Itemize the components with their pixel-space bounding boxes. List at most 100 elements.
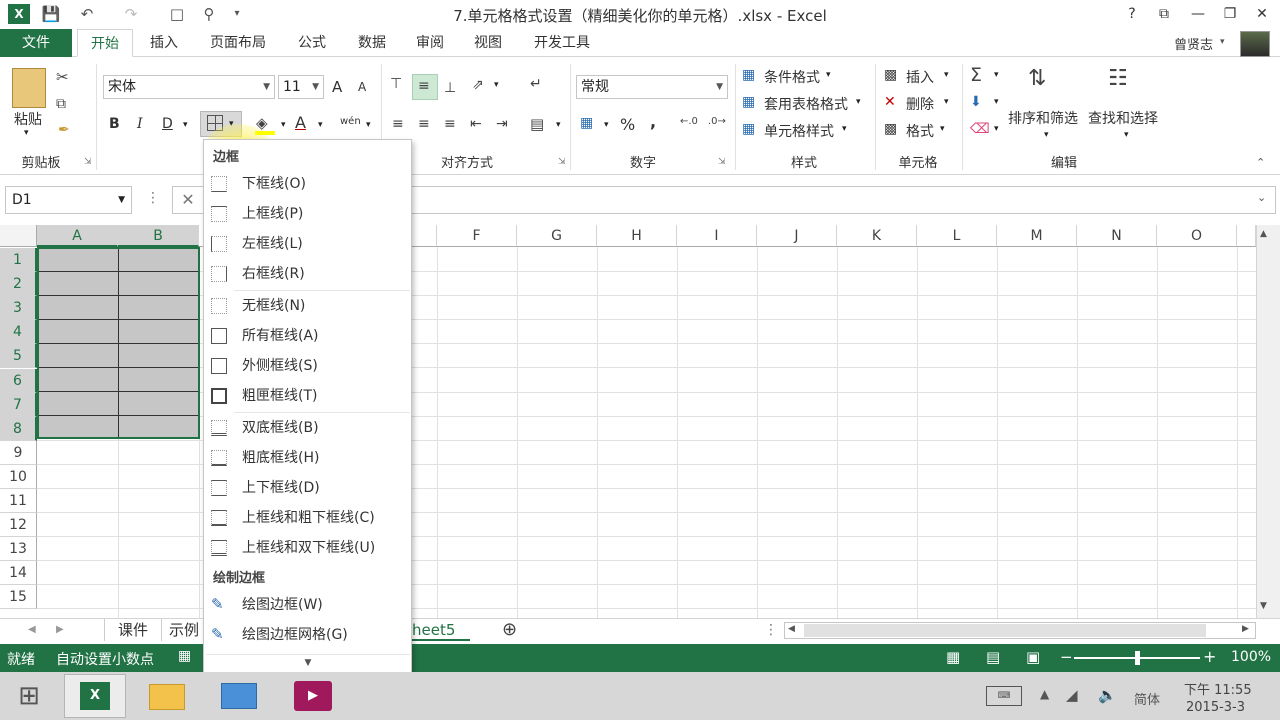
ime-indicator[interactable]: 简体 <box>1134 689 1160 708</box>
tab-home[interactable]: 开始 <box>77 29 133 57</box>
delete-chevron-icon[interactable]: ▾ <box>944 97 949 107</box>
draw-border-item[interactable]: ✎ 绘图边框(W) <box>205 591 410 619</box>
delete-cells-icon[interactable]: ✕ <box>884 94 896 110</box>
tab-developer[interactable]: 开发工具 <box>524 29 600 57</box>
format-chevron-icon[interactable]: ▾ <box>940 124 945 134</box>
column-header[interactable]: I <box>677 225 757 247</box>
wrap-text-icon[interactable]: ↵ <box>530 76 542 92</box>
macro-record-icon[interactable]: ▦ <box>178 648 191 664</box>
column-header[interactable]: M <box>997 225 1077 247</box>
merge-chevron-icon[interactable]: ▾ <box>556 120 561 130</box>
border-option-item[interactable]: 外侧框线(S) <box>205 352 410 380</box>
taskbar-excel[interactable]: X <box>64 674 126 718</box>
accounting-chevron-icon[interactable]: ▾ <box>604 120 609 130</box>
border-option-item[interactable]: 上框线和粗下框线(C) <box>205 504 410 532</box>
border-option-item[interactable]: 上下框线(D) <box>205 474 410 502</box>
border-option-item[interactable]: 双底框线(B) <box>205 414 410 442</box>
keyboard-icon[interactable]: ⌨ <box>986 686 1022 706</box>
merge-center-icon[interactable]: ▤ <box>530 115 544 133</box>
zoom-level[interactable]: 100% <box>1231 649 1271 665</box>
font-name-combo[interactable]: 宋体 ▼ <box>103 75 275 99</box>
ribbon-display-options-button[interactable]: ⧉ <box>1148 2 1180 26</box>
row-header[interactable]: 7 <box>0 392 37 417</box>
border-option-item[interactable]: 粗匣框线(T) <box>205 382 410 410</box>
border-option-item[interactable]: 左框线(L) <box>205 230 410 258</box>
find-select-button[interactable]: 查找和选择 <box>1088 108 1158 128</box>
page-layout-view-icon[interactable]: ▤ <box>986 648 1000 666</box>
conditional-format-chevron-icon[interactable]: ▾ <box>826 70 831 80</box>
sort-filter-button[interactable]: 排序和筛选 <box>1008 108 1078 128</box>
sheet-tab-courseware[interactable]: 课件 <box>104 619 162 641</box>
row-header[interactable]: 10 <box>0 464 37 489</box>
font-size-combo[interactable]: 11 ▼ <box>278 75 324 99</box>
percent-button[interactable]: % <box>620 115 635 134</box>
column-header[interactable]: H <box>597 225 677 247</box>
paste-chevron-icon[interactable]: ▾ <box>24 128 29 138</box>
border-option-item[interactable]: 所有框线(A) <box>205 322 410 350</box>
selected-range[interactable] <box>37 247 200 439</box>
tab-data[interactable]: 数据 <box>348 29 396 57</box>
scroll-left-icon[interactable]: ◀ <box>788 624 795 634</box>
name-box[interactable]: D1 ▼ <box>5 186 132 214</box>
print-preview-icon[interactable]: ⚲ <box>198 4 220 24</box>
decrease-decimal-icon[interactable]: .0→ <box>708 116 726 127</box>
format-cells-button[interactable]: 格式 <box>906 121 934 141</box>
fill-color-chevron-icon[interactable]: ▾ <box>281 120 286 130</box>
user-menu-chevron-icon[interactable]: ▾ <box>1220 37 1225 47</box>
select-all-corner[interactable] <box>0 225 37 247</box>
delete-cells-button[interactable]: 删除 <box>906 94 934 114</box>
row-header[interactable]: 3 <box>0 296 37 321</box>
taskbar-explorer[interactable] <box>136 674 198 718</box>
number-format-combo[interactable]: 常规 ▼ <box>576 75 728 99</box>
insert-cells-button[interactable]: 插入 <box>906 67 934 87</box>
column-header[interactable]: F <box>437 225 517 247</box>
tab-insert[interactable]: 插入 <box>140 29 188 57</box>
align-right-icon[interactable]: ≡ <box>444 116 456 132</box>
excel-app-icon[interactable]: X <box>8 4 30 24</box>
menu-scroll-down-icon[interactable]: ▼ <box>206 654 410 670</box>
draw-border-grid-item[interactable]: ✎ 绘图边框网格(G) <box>205 621 410 649</box>
copy-icon[interactable]: ⧉ <box>56 96 66 112</box>
taskbar-remote[interactable] <box>208 674 270 718</box>
phonetic-button[interactable]: wén <box>340 116 361 127</box>
underline-chevron-icon[interactable]: ▾ <box>183 120 188 130</box>
user-name[interactable]: 曾贤志 <box>1174 34 1213 53</box>
column-header[interactable]: N <box>1077 225 1157 247</box>
border-option-item[interactable]: 无框线(N) <box>205 292 410 320</box>
italic-button[interactable]: I <box>137 116 143 132</box>
row-header[interactable]: 6 <box>0 368 37 393</box>
show-hidden-icons[interactable]: ▲ <box>1040 687 1049 701</box>
orientation-chevron-icon[interactable]: ▾ <box>494 80 499 90</box>
row-header[interactable]: 4 <box>0 320 37 345</box>
zoom-out-icon[interactable]: − <box>1060 648 1073 666</box>
minimize-button[interactable]: — <box>1182 2 1214 26</box>
underline-button[interactable]: D <box>162 116 173 132</box>
align-left-icon[interactable]: ≡ <box>392 116 404 132</box>
more-icon[interactable]: ⋮ <box>764 622 778 638</box>
insert-cells-icon[interactable]: ▩ <box>884 67 897 83</box>
qat-customize-icon[interactable]: ▾ <box>226 4 248 24</box>
font-color-chevron-icon[interactable]: ▾ <box>318 120 323 130</box>
decrease-indent-icon[interactable]: ⇤ <box>470 116 482 132</box>
increase-indent-icon[interactable]: ⇥ <box>496 116 508 132</box>
tab-review[interactable]: 审阅 <box>406 29 454 57</box>
page-break-view-icon[interactable]: ▣ <box>1026 648 1040 666</box>
sheet-tab-example[interactable]: 示例 <box>164 619 204 641</box>
row-header[interactable]: 9 <box>0 440 37 465</box>
row-header[interactable]: 1 <box>0 248 37 272</box>
network-icon[interactable]: ◢ <box>1066 686 1078 704</box>
format-as-table-icon[interactable]: ▦ <box>742 94 755 110</box>
conditional-format-icon[interactable]: ▦ <box>742 67 755 83</box>
redo-icon[interactable]: ↷ <box>120 4 142 24</box>
column-header[interactable]: J <box>757 225 837 247</box>
column-header[interactable]: A <box>37 225 118 247</box>
clipboard-launcher-icon[interactable]: ⇲ <box>84 157 92 167</box>
row-header[interactable]: 13 <box>0 537 37 562</box>
save-icon[interactable]: 💾 <box>40 4 62 24</box>
tab-formulas[interactable]: 公式 <box>288 29 336 57</box>
row-header[interactable]: 14 <box>0 561 37 586</box>
paste-icon[interactable] <box>12 68 46 108</box>
cut-icon[interactable]: ✂ <box>56 68 69 86</box>
tab-view[interactable]: 视图 <box>464 29 512 57</box>
format-as-table-chevron-icon[interactable]: ▾ <box>856 97 861 107</box>
